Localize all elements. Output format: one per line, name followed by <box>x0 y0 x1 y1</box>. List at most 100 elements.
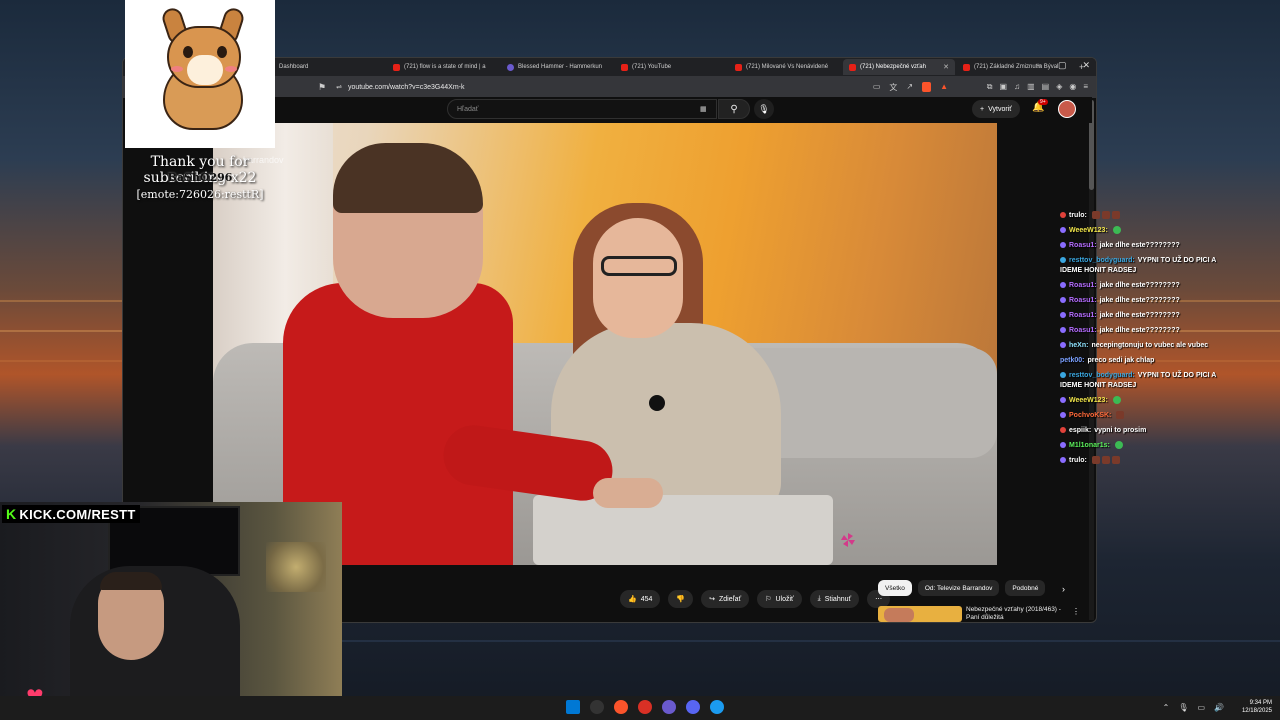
taskbar-app-icon[interactable] <box>710 700 724 714</box>
download-button[interactable]: ⤓ Stiahnuť <box>809 590 860 608</box>
monitor-icon[interactable]: ▭ <box>1197 703 1205 712</box>
chat-username[interactable]: WeeeW123: <box>1069 227 1108 234</box>
taskbar-app-icon[interactable] <box>662 700 676 714</box>
video-player[interactable]: barrandov <box>213 123 997 565</box>
tab-blessed-hammer[interactable]: Blessed Hammer - Hammerkun <box>501 59 613 75</box>
taskbar-app-icon[interactable] <box>686 700 700 714</box>
dislike-button[interactable]: 👎 <box>668 590 694 608</box>
tab-flow[interactable]: (721) flow is a state of mind | a <box>387 59 499 75</box>
video-actions: 👍 454 👎 ↪ Zdieľať ⚐ Uložiť ⤓ Stiahnuť ⋯ <box>620 590 891 608</box>
chat-username[interactable]: heXn: <box>1069 342 1088 349</box>
chat-text: jake dlhe este???????? <box>1099 282 1180 289</box>
search-input[interactable]: Hľadať <box>447 99 717 119</box>
chat-message: petk00: preco sedi jak chlap <box>1060 356 1230 366</box>
sidebar-icon[interactable]: ▥ <box>1027 82 1035 92</box>
bookmark-icon[interactable]: ⚑ <box>318 82 326 93</box>
chip-channel[interactable]: Od: Televize Barrandov <box>917 580 1000 596</box>
chat-message: WeeeW123: <box>1060 226 1230 236</box>
chat-username[interactable]: Roasu1: <box>1069 297 1097 304</box>
close-icon[interactable]: ✕ <box>943 63 949 71</box>
chat-username[interactable]: Roasu1: <box>1069 242 1097 249</box>
chat-username[interactable]: Roasu1: <box>1069 327 1097 334</box>
recommendation-title[interactable]: Nebezpečné vzťahy (2018/463) - Paní důle… <box>966 606 1068 622</box>
tab-title: (721) flow is a state of mind | a <box>404 64 486 70</box>
chat-text: necepingtonuju to vubec ale vubec <box>1091 342 1209 349</box>
video-man-hand <box>593 478 663 508</box>
share-label: Zdieľať <box>719 595 742 603</box>
volume-icon[interactable]: 🔊 <box>1214 703 1224 712</box>
mic-icon[interactable]: 🎙 <box>1178 703 1188 712</box>
voice-search-button[interactable]: 🎙 <box>754 99 774 119</box>
translate-icon[interactable]: 文 <box>889 82 897 93</box>
chat-username[interactable]: resttov_bodyguard: <box>1069 372 1135 379</box>
taskbar-app-icon[interactable] <box>566 700 580 714</box>
extension-icon[interactable]: ⧉ <box>987 82 993 92</box>
chip-all[interactable]: Všetko <box>878 580 912 596</box>
sub-alert-user: BaShO296 <box>167 171 233 184</box>
recommendation-thumbnail[interactable] <box>878 606 962 622</box>
music-icon[interactable]: ♫ <box>1014 82 1020 92</box>
clock-date: 12/18/2025 <box>1241 708 1272 714</box>
chat-username[interactable]: petk00: <box>1060 357 1085 364</box>
taskbar-app-icon[interactable] <box>638 700 652 714</box>
maximize-button[interactable]: ▢ <box>1058 60 1067 71</box>
kick-url-tag: K KICK.COM/RESTT <box>2 505 140 523</box>
cast-icon[interactable]: ▭ <box>873 82 881 93</box>
tab-dashboard[interactable]: Dashboard <box>273 59 385 75</box>
chat-username[interactable]: WeeeW123: <box>1069 397 1108 404</box>
extension-icon[interactable]: ◈ <box>1056 82 1062 92</box>
kebab-menu-icon[interactable]: ⋮ <box>1072 607 1080 616</box>
keyboard-icon[interactable]: ▦ <box>700 105 707 113</box>
chat-text: jake dlhe este???????? <box>1099 312 1180 319</box>
dog-eye <box>183 46 193 58</box>
video-woman-head <box>593 218 683 338</box>
chevron-right-icon[interactable]: › <box>1062 584 1065 594</box>
tab-nebezpecne[interactable]: (721) Nebezpečné vzťah ✕ <box>843 59 955 75</box>
chat-username[interactable]: Roasu1: <box>1069 312 1097 319</box>
close-window-button[interactable]: ✕ <box>1082 60 1090 71</box>
brave-shield-icon[interactable] <box>922 82 932 92</box>
chip-similar[interactable]: Podobné <box>1005 580 1046 596</box>
chat-username[interactable]: espiik: <box>1069 427 1091 434</box>
chat-username[interactable]: Roasu1: <box>1069 282 1097 289</box>
tab-title: (721) Nebezpečné vzťah <box>860 64 926 70</box>
save-button[interactable]: ⚐ Uložiť <box>757 590 802 608</box>
chat-username[interactable]: trulo: <box>1069 212 1087 219</box>
chevron-up-icon[interactable]: ⌃ <box>1163 703 1170 712</box>
chat-message: Roasu1: jake dlhe este???????? <box>1060 311 1230 321</box>
tab-title: (721) Milované Vs Nenávidené <box>746 64 829 70</box>
url-icons: ▭ 文 ↗ ▲ <box>873 82 948 93</box>
rewards-icon[interactable]: ▲ <box>940 82 948 93</box>
chat-username[interactable]: M1l1onar1s: <box>1069 442 1110 449</box>
share-button[interactable]: ↪ Zdieľať <box>701 590 750 608</box>
search-icon: ⚲ <box>730 103 738 115</box>
extension-icon[interactable]: ▣ <box>1000 82 1008 92</box>
taskbar-app-icon[interactable] <box>614 700 628 714</box>
wallet-icon[interactable]: ▤ <box>1042 82 1050 92</box>
taskbar-app-icon[interactable] <box>590 700 604 714</box>
vpn-icon[interactable]: ◉ <box>1069 82 1076 92</box>
url-input[interactable]: youtube.com/watch?v=c3e3G44Xm-k <box>348 84 465 91</box>
chat-message: M1l1onar1s: <box>1060 441 1230 451</box>
tab-title: Blessed Hammer - Hammerkun <box>518 64 603 70</box>
shield-icon <box>507 63 514 71</box>
create-button[interactable]: + Vytvoriť <box>972 100 1020 118</box>
site-info-icon[interactable]: ⇌ <box>336 83 342 91</box>
chat-username[interactable]: resttov_bodyguard: <box>1069 257 1135 264</box>
tab-milovane[interactable]: (721) Milované Vs Nenávidené <box>729 59 841 75</box>
share-icon[interactable]: ↗ <box>906 82 913 93</box>
chat-message: heXn: necepingtonuju to vubec ale vubec <box>1060 341 1230 351</box>
clock[interactable]: 9:34 PM 12/18/2025 <box>1242 699 1272 715</box>
search-button[interactable]: ⚲ <box>718 99 750 119</box>
menu-icon[interactable]: ≡ <box>1083 82 1088 92</box>
minimize-button[interactable]: − <box>1037 60 1042 71</box>
dog-blush <box>225 66 237 72</box>
like-button[interactable]: 👍 454 <box>620 590 661 608</box>
avatar[interactable] <box>1058 100 1076 118</box>
chat-username[interactable]: PochvoKSK: <box>1069 412 1111 419</box>
chat-emote-icon <box>1116 411 1125 420</box>
kick-logo-icon: K <box>6 506 17 522</box>
dog-muzzle <box>187 55 223 85</box>
tab-youtube[interactable]: (721) YouTube <box>615 59 727 75</box>
chat-username[interactable]: trulo: <box>1069 457 1087 464</box>
